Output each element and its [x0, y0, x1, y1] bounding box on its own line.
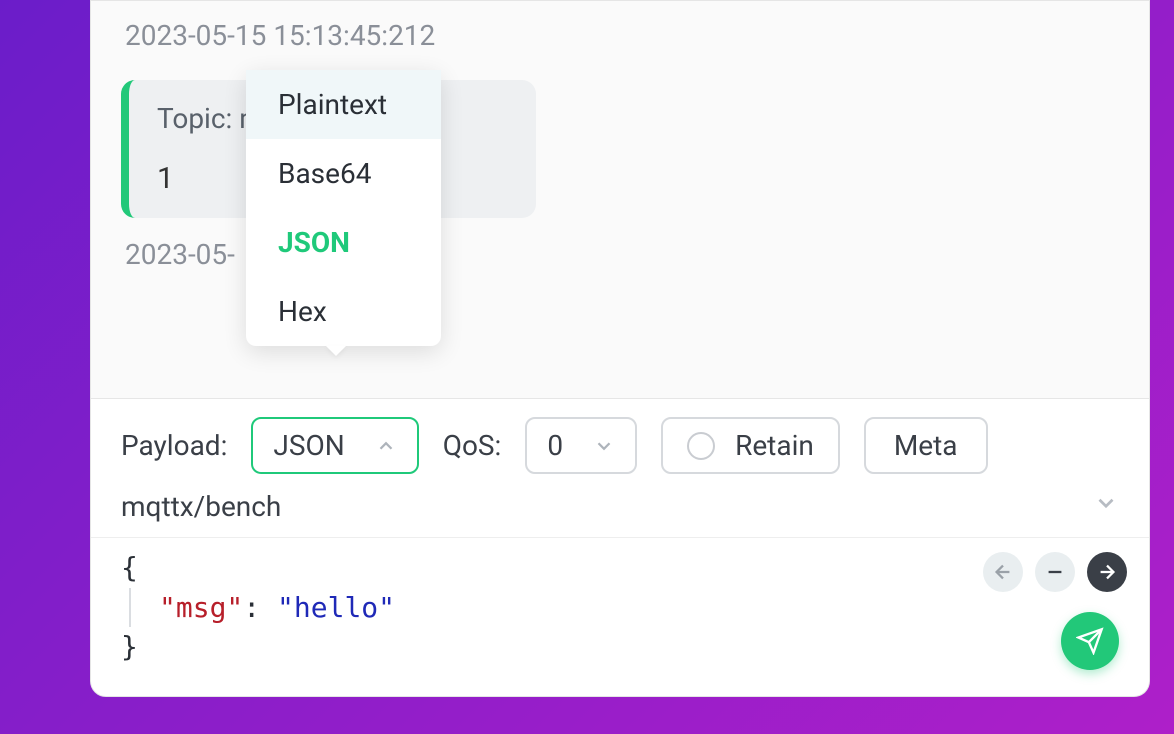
minus-button[interactable]: [1035, 552, 1075, 592]
payload-format-select[interactable]: JSON: [251, 417, 418, 474]
topic-row: mqttx/bench: [91, 480, 1149, 537]
qos-label: QoS:: [443, 429, 502, 462]
retain-toggle[interactable]: Retain: [661, 417, 840, 474]
topic-input[interactable]: mqttx/bench: [121, 490, 281, 523]
payload-label: Payload:: [121, 429, 227, 462]
retain-label: Retain: [735, 429, 814, 462]
prev-button[interactable]: [983, 552, 1023, 592]
dropdown-option-plaintext[interactable]: Plaintext: [246, 70, 441, 139]
next-button[interactable]: [1087, 552, 1127, 592]
send-button[interactable]: [1061, 612, 1119, 670]
chevron-down-icon: [593, 435, 615, 457]
message-timestamp: 2023-05-15 15:13:45:212: [125, 19, 1119, 52]
json-colon: :: [243, 591, 277, 624]
radio-icon: [687, 432, 715, 460]
chevron-up-icon: [375, 435, 397, 457]
payload-editor[interactable]: { "msg": "hello" }: [91, 537, 1149, 696]
meta-label: Meta: [894, 429, 958, 462]
qos-value: 0: [547, 429, 563, 462]
editor-actions: [983, 552, 1127, 592]
json-string-value: "hello": [277, 591, 395, 624]
dropdown-option-hex[interactable]: Hex: [246, 277, 441, 346]
json-key: "msg": [159, 591, 243, 624]
minus-icon: [1044, 561, 1066, 583]
arrow-right-icon: [1096, 561, 1118, 583]
dropdown-option-base64[interactable]: Base64: [246, 139, 441, 208]
publish-bar: Payload: JSON QoS: 0 Retain Meta: [91, 398, 1149, 480]
meta-button[interactable]: Meta: [864, 417, 988, 474]
send-icon: [1076, 627, 1104, 655]
payload-format-dropdown[interactable]: Plaintext Base64 JSON Hex: [246, 70, 441, 346]
app-panel: 2023-05-15 15:13:45:212 Topic: m QoS: 0 …: [90, 0, 1150, 697]
messages-area: 2023-05-15 15:13:45:212 Topic: m QoS: 0 …: [91, 1, 1149, 398]
json-line: "msg": "hello": [129, 588, 1119, 627]
qos-select[interactable]: 0: [525, 417, 637, 474]
arrow-left-icon: [992, 561, 1014, 583]
chevron-down-icon: [1093, 490, 1119, 516]
json-close-brace: }: [121, 627, 1119, 666]
dropdown-option-json[interactable]: JSON: [246, 208, 441, 277]
json-open-brace: {: [121, 548, 1119, 587]
payload-format-value: JSON: [273, 429, 344, 462]
collapse-toggle[interactable]: [1093, 490, 1119, 523]
